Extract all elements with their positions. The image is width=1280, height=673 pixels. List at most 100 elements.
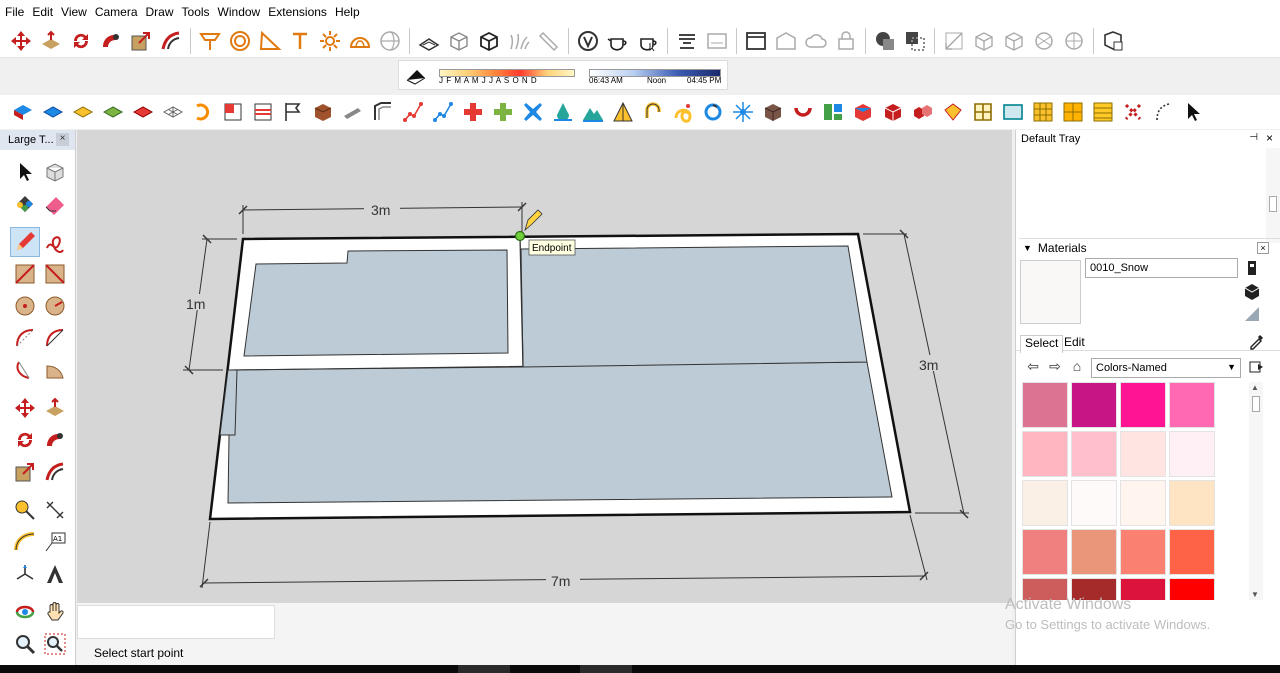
cursor-toolbar-icon[interactable] [1178,97,1208,127]
tray-close-icon[interactable]: × [1266,131,1273,145]
ext-yellow-panel-icon[interactable] [1088,97,1118,127]
window-icon[interactable] [741,26,771,56]
scale-tool-icon[interactable] [10,457,40,487]
material-swatch[interactable] [1120,382,1166,428]
ext-green-blocks-icon[interactable] [818,97,848,127]
home-icon[interactable]: ⌂ [1068,358,1086,376]
create-material-icon[interactable] [1242,258,1262,278]
ext-blue-star-icon[interactable] [728,97,758,127]
materials-header[interactable]: ▼ Materials × [1019,238,1280,256]
sun-icon[interactable] [315,26,345,56]
rectangle-icon[interactable] [10,259,40,289]
pan-hand-icon[interactable] [40,597,70,627]
ext-yellow-gem-icon[interactable] [938,97,968,127]
menu-window[interactable]: Window [216,0,267,24]
shadow-toggle-icon[interactable] [405,66,427,86]
teapot-icon[interactable] [603,26,633,56]
material-swatch[interactable] [1071,529,1117,575]
ext-red-arc-icon[interactable] [788,97,818,127]
material-swatch[interactable] [1022,480,1068,526]
orbit-circle-icon[interactable] [225,26,255,56]
rotate-tool-icon[interactable] [10,425,40,455]
model-scene[interactable]: 3m 1m 3m 7m Endpoint [77,130,1012,603]
details-arrow-icon[interactable] [1248,358,1266,376]
ext-grid-plane-icon[interactable] [158,97,188,127]
cloud-icon[interactable] [801,26,831,56]
zoom-icon[interactable] [10,629,40,659]
menu-camera[interactable]: Camera [93,0,144,24]
ext-red-cubes-icon[interactable] [908,97,938,127]
eraser-icon[interactable] [40,189,70,219]
material-swatch[interactable] [1071,480,1117,526]
render-settings-icon[interactable] [672,26,702,56]
teapot-interactive-icon[interactable] [633,26,663,56]
box-outline-icon[interactable] [444,26,474,56]
push-pull-icon[interactable] [36,26,66,56]
material-swatch[interactable] [1071,431,1117,477]
material-swatch[interactable] [1169,529,1215,575]
view-back-icon[interactable] [1029,26,1059,56]
view-front-icon[interactable] [969,26,999,56]
tape-measure-icon[interactable] [10,495,40,525]
materials-close-icon[interactable]: × [1257,242,1269,254]
tab-select[interactable]: Select [1020,335,1064,353]
ext-red-cross-icon[interactable] [458,97,488,127]
collection-dropdown[interactable]: Colors-Named ▼ [1091,358,1241,378]
follow-me-icon[interactable] [96,26,126,56]
ext-curve-icon[interactable] [1148,97,1178,127]
material-swatch[interactable] [1169,431,1215,477]
ext-yellow-grid-icon[interactable] [1028,97,1058,127]
dome-icon[interactable] [345,26,375,56]
paint-bucket-icon[interactable] [10,189,40,219]
axes-icon[interactable] [10,559,40,589]
ext-blue-cube-icon[interactable] [8,97,38,127]
material-swatch[interactable] [1120,480,1166,526]
arc-icon[interactable] [10,323,40,353]
ext-teal-drop-icon[interactable] [548,97,578,127]
move-tool-icon[interactable] [10,393,40,423]
freehand-icon[interactable] [40,227,70,257]
menu-tools[interactable]: Tools [180,0,216,24]
swatch-scrollbar[interactable]: ▲ ▼ [1249,382,1263,600]
collapse-icon[interactable]: ▼ [1023,243,1032,253]
sphere-icon[interactable] [375,26,405,56]
rotated-rectangle-icon[interactable] [40,259,70,289]
ext-red-square-icon[interactable] [218,97,248,127]
polygon-icon[interactable] [40,291,70,321]
ext-orange-curve-icon[interactable] [188,97,218,127]
rotate-icon[interactable] [66,26,96,56]
material-swatch[interactable] [1022,529,1068,575]
scale-icon[interactable] [126,26,156,56]
material-swatch[interactable] [1169,480,1215,526]
pie-icon[interactable] [40,355,70,385]
back-arrow-icon[interactable]: ⇦ [1024,358,1042,376]
push-pull-tool-icon[interactable] [40,393,70,423]
protractor-tool-icon[interactable] [10,527,40,557]
orbit-icon[interactable] [10,597,40,627]
pin-icon[interactable]: ⊣ [1249,132,1258,143]
ext-pipe-icon[interactable] [338,97,368,127]
warehouse-icon[interactable] [771,26,801,56]
tray-scrollbar[interactable] [1266,148,1280,243]
ext-crate-icon[interactable] [758,97,788,127]
line-pencil-icon[interactable] [10,227,40,257]
ext-red-dots-icon[interactable] [1118,97,1148,127]
ext-red-nodes-icon[interactable] [398,97,428,127]
protractor-icon[interactable] [255,26,285,56]
ext-profile-icon[interactable] [368,97,398,127]
ext-flag-icon[interactable] [278,97,308,127]
ext-blue-nodes-icon[interactable] [428,97,458,127]
ext-yellow-triangle-icon[interactable] [608,97,638,127]
ext-blue-loop-icon[interactable] [698,97,728,127]
move-icon[interactable] [6,26,36,56]
box-dark-icon[interactable] [474,26,504,56]
view-bottom-icon[interactable] [1059,26,1089,56]
three-point-arc-icon[interactable] [10,355,40,385]
ext-yellow-loop-icon[interactable] [668,97,698,127]
lock-icon[interactable] [831,26,861,56]
material-swatch[interactable] [1120,529,1166,575]
ext-color-box-icon[interactable] [848,97,878,127]
frame-buffer-icon[interactable] [702,26,732,56]
offset-tool-icon[interactable] [40,457,70,487]
grass-icon[interactable] [504,26,534,56]
